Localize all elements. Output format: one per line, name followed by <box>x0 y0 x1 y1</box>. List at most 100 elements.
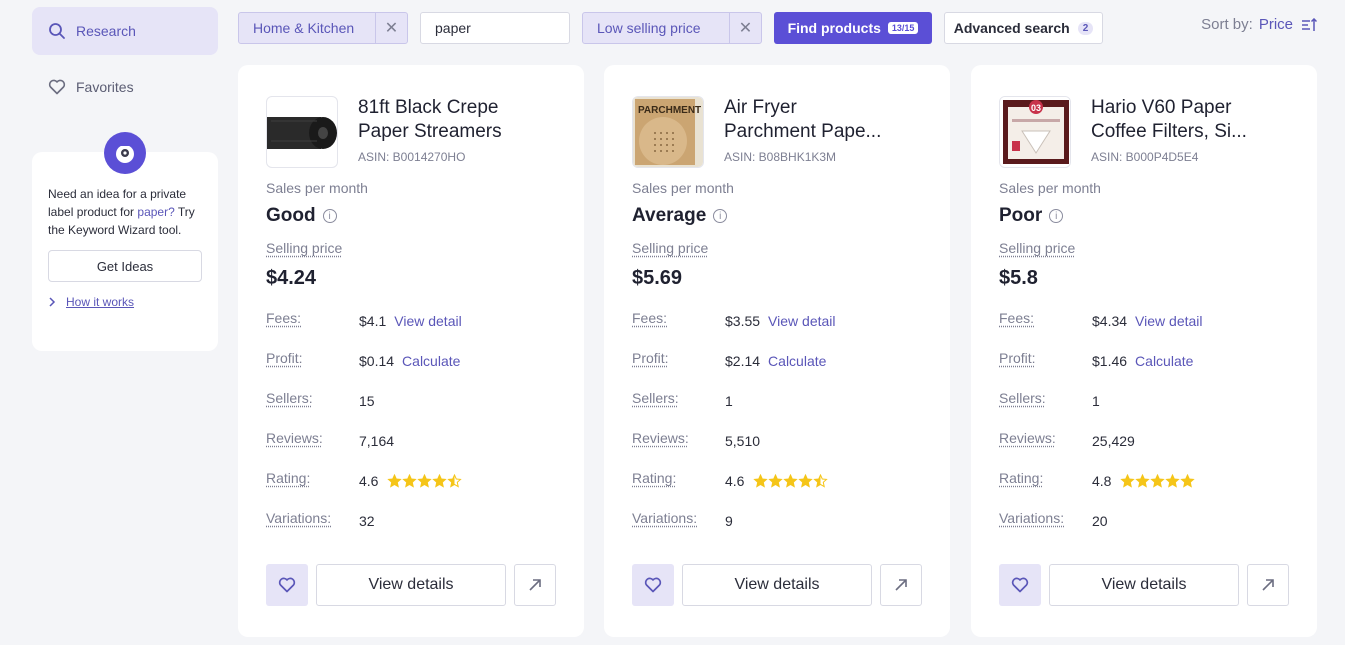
calculate-link[interactable]: Calculate <box>1135 353 1193 369</box>
star-icon <box>1180 474 1196 488</box>
profit-row: Profit: $1.46 Calculate <box>999 350 1194 369</box>
sort-label: Sort by: <box>1201 16 1253 33</box>
selling-price-label: Selling price <box>266 240 343 256</box>
product-image <box>266 96 338 168</box>
sort-ascending-icon <box>1302 17 1317 31</box>
sales-label: Sales per month <box>266 180 368 196</box>
variations-row: Variations: 32 <box>266 510 375 529</box>
favorite-button[interactable] <box>266 564 308 606</box>
star-rating-icon <box>387 474 463 488</box>
selling-price-value: $5.69 <box>632 267 683 289</box>
star-icon <box>1120 474 1136 488</box>
promo-keyword: paper? <box>137 205 175 219</box>
arrow-up-right-icon <box>895 579 907 591</box>
heart-icon <box>644 577 662 593</box>
rating-row: Rating: 4.6 <box>266 470 566 490</box>
star-icon <box>1135 474 1151 488</box>
profit-row: Profit: $0.14 Calculate <box>266 350 461 369</box>
product-image: 03 <box>999 96 1071 168</box>
profit-row: Profit: $2.14 Calculate <box>632 350 827 369</box>
advanced-search-button[interactable]: Advanced search 2 <box>944 12 1103 44</box>
star-icon <box>432 474 448 488</box>
fees-row: Fees: $4.34 View detail <box>999 310 1203 329</box>
product-asin: ASIN: B08BHK1K3M <box>724 150 837 164</box>
selling-price-value: $4.24 <box>266 267 317 289</box>
selling-price-label: Selling price <box>632 240 709 256</box>
view-detail-link[interactable]: View detail <box>394 313 461 329</box>
chevron-right-icon <box>49 297 56 307</box>
sellers-row: Sellers: 1 <box>999 390 1100 409</box>
view-detail-link[interactable]: View detail <box>1135 313 1202 329</box>
close-icon[interactable]: ✕ <box>375 13 407 43</box>
info-icon[interactable]: i <box>713 209 728 223</box>
svg-text:PARCHMENT: PARCHMENT <box>638 105 701 116</box>
rating-row: Rating: 4.6 <box>632 470 932 490</box>
selling-price-label: Selling price <box>999 240 1076 256</box>
variations-row: Variations: 20 <box>999 510 1108 529</box>
heart-icon <box>1011 577 1029 593</box>
star-rating-icon <box>753 474 829 488</box>
find-count-badge: 13/15 <box>887 22 919 34</box>
favorite-button[interactable] <box>632 564 674 606</box>
sort-value: Price <box>1258 16 1293 33</box>
favorite-button[interactable] <box>999 564 1041 606</box>
product-title[interactable]: 81ft Black Crepe Paper Streamers <box>358 96 558 144</box>
sales-grade: Good i <box>266 205 337 227</box>
arrow-up-right-icon <box>529 579 541 591</box>
star-icon <box>1150 474 1166 488</box>
product-title[interactable]: Air Fryer Parchment Pape... <box>724 96 924 144</box>
sales-grade: Poor i <box>999 205 1064 227</box>
sort-control[interactable]: Sort by: Price <box>1201 16 1317 33</box>
heart-icon <box>48 79 66 95</box>
reviews-row: Reviews: 7,164 <box>266 430 395 449</box>
sellers-row: Sellers: 15 <box>266 390 375 409</box>
close-icon[interactable]: ✕ <box>729 13 761 43</box>
svg-text:03: 03 <box>1031 103 1041 113</box>
product-card: PARCHMENT Air Fryer Parchment Pape... AS… <box>604 65 950 637</box>
get-ideas-button[interactable]: Get Ideas <box>48 250 202 282</box>
variations-row: Variations: 9 <box>632 510 733 529</box>
search-icon <box>49 23 65 39</box>
filter-chip-label: Low selling price <box>597 20 701 36</box>
sales-label: Sales per month <box>999 180 1101 196</box>
filter-chip: Low selling price ✕ <box>582 12 762 44</box>
star-icon <box>813 474 829 488</box>
info-icon[interactable]: i <box>1049 209 1064 223</box>
star-icon <box>753 474 769 488</box>
find-products-button[interactable]: Find products 13/15 <box>774 12 932 44</box>
category-chip-label: Home & Kitchen <box>253 20 355 36</box>
star-icon <box>798 474 814 488</box>
search-toolbar: Home & Kitchen ✕ Low selling price ✕ Fin… <box>238 12 1317 44</box>
reviews-row: Reviews: 5,510 <box>632 430 761 449</box>
view-detail-link[interactable]: View detail <box>768 313 835 329</box>
sidebar-item-research[interactable]: Research <box>32 7 218 55</box>
star-icon <box>783 474 799 488</box>
wizard-avatar-icon <box>104 132 146 174</box>
sidebar-item-favorites[interactable]: Favorites <box>32 63 218 111</box>
external-link-button[interactable] <box>1247 564 1289 606</box>
fees-row: Fees: $4.1 View detail <box>266 310 462 329</box>
search-input[interactable] <box>420 12 570 44</box>
star-rating-icon <box>1120 474 1196 488</box>
fees-row: Fees: $3.55 View detail <box>632 310 836 329</box>
info-icon[interactable]: i <box>322 209 337 223</box>
star-icon <box>387 474 403 488</box>
selling-price-value: $5.8 <box>999 267 1038 289</box>
star-icon <box>1165 474 1181 488</box>
external-link-button[interactable] <box>514 564 556 606</box>
sidebar-item-label: Favorites <box>76 79 134 95</box>
promo-text: Need an idea for a private label product… <box>48 187 195 237</box>
rating-row: Rating: 4.8 <box>999 470 1299 490</box>
star-icon <box>417 474 433 488</box>
external-link-button[interactable] <box>880 564 922 606</box>
reviews-row: Reviews: 25,429 <box>999 430 1135 449</box>
calculate-link[interactable]: Calculate <box>768 353 826 369</box>
view-details-button[interactable]: View details <box>682 564 872 606</box>
sales-grade: Average i <box>632 205 728 227</box>
star-icon <box>402 474 418 488</box>
how-it-works-link[interactable]: How it works <box>48 295 202 309</box>
calculate-link[interactable]: Calculate <box>402 353 460 369</box>
view-details-button[interactable]: View details <box>316 564 506 606</box>
view-details-button[interactable]: View details <box>1049 564 1239 606</box>
product-title[interactable]: Hario V60 Paper Coffee Filters, Si... <box>1091 96 1291 144</box>
